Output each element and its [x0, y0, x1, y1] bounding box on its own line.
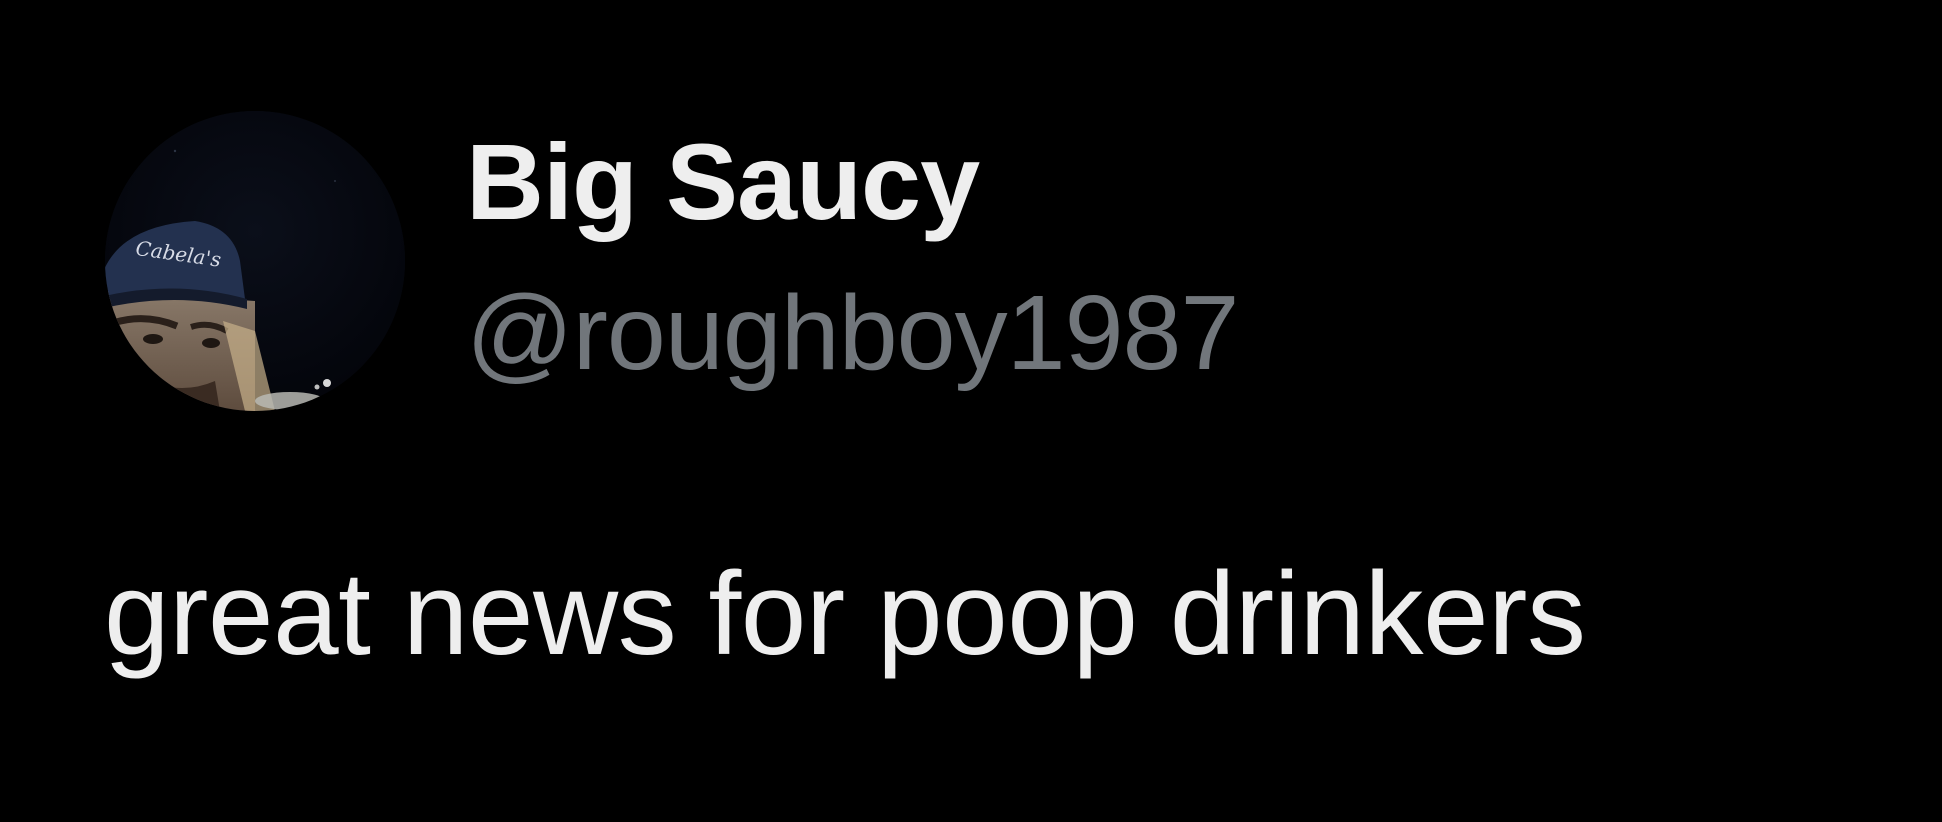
tweet-text: great news for poop drinkers — [104, 548, 1586, 680]
tweet-card: Cabela's Big Saucy @roughboy1987 great n… — [0, 0, 1942, 822]
user-handle[interactable]: @roughboy1987 — [466, 280, 1239, 386]
display-name[interactable]: Big Saucy — [466, 128, 980, 236]
avatar[interactable]: Cabela's — [105, 111, 405, 411]
avatar-photo-icon: Cabela's — [105, 111, 405, 411]
